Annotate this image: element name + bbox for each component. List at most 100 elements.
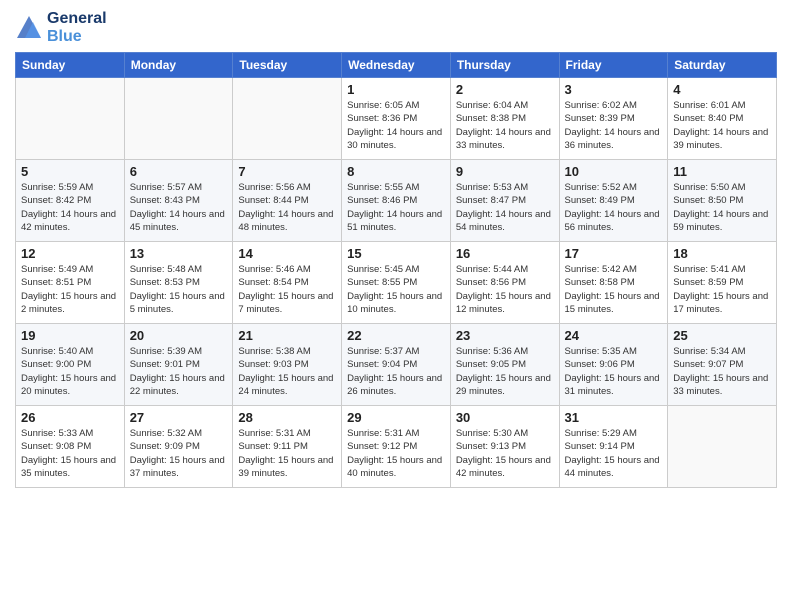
day-info: Sunrise: 5:35 AM Sunset: 9:06 PM Dayligh… [565,345,663,398]
calendar-cell: 24 Sunrise: 5:35 AM Sunset: 9:06 PM Dayli… [559,324,668,406]
day-number: 3 [565,82,663,97]
day-number: 22 [347,328,445,343]
calendar-cell: 18 Sunrise: 5:41 AM Sunset: 8:59 PM Dayli… [668,242,777,324]
day-info: Sunrise: 5:29 AM Sunset: 9:14 PM Dayligh… [565,427,663,480]
calendar-cell: 1 Sunrise: 6:05 AM Sunset: 8:36 PM Daylig… [342,78,451,160]
calendar-cell: 16 Sunrise: 5:44 AM Sunset: 8:56 PM Dayli… [450,242,559,324]
calendar-cell: 10 Sunrise: 5:52 AM Sunset: 8:49 PM Dayli… [559,160,668,242]
day-info: Sunrise: 5:31 AM Sunset: 9:11 PM Dayligh… [238,427,336,480]
calendar-cell: 8Sunrise: 5:55 AM Sunset: 8:46 PM Daylig… [342,160,451,242]
page: General Blue SundayMondayTuesdayWednesda… [0,0,792,498]
calendar-cell [16,78,125,160]
day-info: Sunrise: 5:32 AM Sunset: 9:09 PM Dayligh… [130,427,228,480]
calendar-cell: 3 Sunrise: 6:02 AM Sunset: 8:39 PM Daylig… [559,78,668,160]
day-number: 19 [21,328,119,343]
day-number: 7 [238,164,336,179]
logo: General Blue [15,10,107,46]
day-info: Sunrise: 5:48 AM Sunset: 8:53 PM Dayligh… [130,263,228,316]
header: General Blue [15,10,777,46]
day-info: Sunrise: 5:37 AM Sunset: 9:04 PM Dayligh… [347,345,445,398]
weekday-header: Thursday [450,53,559,78]
day-info: Sunrise: 6:05 AM Sunset: 8:36 PM Dayligh… [347,99,445,152]
weekday-header: Friday [559,53,668,78]
day-info: Sunrise: 5:53 AM Sunset: 8:47 PM Dayligh… [456,181,554,234]
day-info: Sunrise: 5:50 AM Sunset: 8:50 PM Dayligh… [673,181,771,234]
day-number: 15 [347,246,445,261]
calendar-cell: 9Sunrise: 5:53 AM Sunset: 8:47 PM Daylig… [450,160,559,242]
calendar-cell [668,406,777,488]
day-info: Sunrise: 6:01 AM Sunset: 8:40 PM Dayligh… [673,99,771,152]
calendar-table: SundayMondayTuesdayWednesdayThursdayFrid… [15,52,777,488]
day-number: 24 [565,328,663,343]
calendar-week-row: 12 Sunrise: 5:49 AM Sunset: 8:51 PM Dayli… [16,242,777,324]
day-number: 20 [130,328,228,343]
day-info: Sunrise: 5:44 AM Sunset: 8:56 PM Dayligh… [456,263,554,316]
day-number: 28 [238,410,336,425]
calendar-cell: 21Sunrise: 5:38 AM Sunset: 9:03 PM Dayli… [233,324,342,406]
calendar-cell: 11Sunrise: 5:50 AM Sunset: 8:50 PM Dayli… [668,160,777,242]
weekday-header: Tuesday [233,53,342,78]
logo-text: General Blue [47,10,107,46]
day-number: 29 [347,410,445,425]
calendar-cell: 28 Sunrise: 5:31 AM Sunset: 9:11 PM Dayli… [233,406,342,488]
day-number: 26 [21,410,119,425]
day-number: 27 [130,410,228,425]
day-number: 16 [456,246,554,261]
calendar-cell: 13Sunrise: 5:48 AM Sunset: 8:53 PM Dayli… [124,242,233,324]
calendar-cell: 17 Sunrise: 5:42 AM Sunset: 8:58 PM Dayli… [559,242,668,324]
calendar-cell: 30 Sunrise: 5:30 AM Sunset: 9:13 PM Dayli… [450,406,559,488]
calendar-cell: 7Sunrise: 5:56 AM Sunset: 8:44 PM Daylig… [233,160,342,242]
day-info: Sunrise: 5:31 AM Sunset: 9:12 PM Dayligh… [347,427,445,480]
day-info: Sunrise: 5:30 AM Sunset: 9:13 PM Dayligh… [456,427,554,480]
day-info: Sunrise: 5:39 AM Sunset: 9:01 PM Dayligh… [130,345,228,398]
calendar-cell: 14Sunrise: 5:46 AM Sunset: 8:54 PM Dayli… [233,242,342,324]
day-info: Sunrise: 5:41 AM Sunset: 8:59 PM Dayligh… [673,263,771,316]
calendar-cell: 20 Sunrise: 5:39 AM Sunset: 9:01 PM Dayli… [124,324,233,406]
day-number: 17 [565,246,663,261]
day-number: 4 [673,82,771,97]
calendar-cell: 5 Sunrise: 5:59 AM Sunset: 8:42 PM Daylig… [16,160,125,242]
day-info: Sunrise: 6:02 AM Sunset: 8:39 PM Dayligh… [565,99,663,152]
weekday-header: Sunday [16,53,125,78]
calendar-cell: 31 Sunrise: 5:29 AM Sunset: 9:14 PM Dayli… [559,406,668,488]
calendar-cell: 22 Sunrise: 5:37 AM Sunset: 9:04 PM Dayli… [342,324,451,406]
logo-icon [15,14,43,42]
weekday-header: Wednesday [342,53,451,78]
calendar-cell: 12 Sunrise: 5:49 AM Sunset: 8:51 PM Dayli… [16,242,125,324]
day-info: Sunrise: 5:36 AM Sunset: 9:05 PM Dayligh… [456,345,554,398]
day-info: Sunrise: 5:45 AM Sunset: 8:55 PM Dayligh… [347,263,445,316]
calendar-cell: 2Sunrise: 6:04 AM Sunset: 8:38 PM Daylig… [450,78,559,160]
calendar-header-row: SundayMondayTuesdayWednesdayThursdayFrid… [16,53,777,78]
day-info: Sunrise: 5:55 AM Sunset: 8:46 PM Dayligh… [347,181,445,234]
calendar-cell: 26 Sunrise: 5:33 AM Sunset: 9:08 PM Dayli… [16,406,125,488]
weekday-header: Monday [124,53,233,78]
day-number: 14 [238,246,336,261]
calendar-week-row: 26 Sunrise: 5:33 AM Sunset: 9:08 PM Dayli… [16,406,777,488]
day-number: 5 [21,164,119,179]
calendar-week-row: 1 Sunrise: 6:05 AM Sunset: 8:36 PM Daylig… [16,78,777,160]
day-info: Sunrise: 5:52 AM Sunset: 8:49 PM Dayligh… [565,181,663,234]
calendar-week-row: 19 Sunrise: 5:40 AM Sunset: 9:00 PM Dayli… [16,324,777,406]
calendar-week-row: 5 Sunrise: 5:59 AM Sunset: 8:42 PM Daylig… [16,160,777,242]
day-number: 23 [456,328,554,343]
day-info: Sunrise: 5:33 AM Sunset: 9:08 PM Dayligh… [21,427,119,480]
day-info: Sunrise: 5:40 AM Sunset: 9:00 PM Dayligh… [21,345,119,398]
day-info: Sunrise: 5:49 AM Sunset: 8:51 PM Dayligh… [21,263,119,316]
day-info: Sunrise: 5:42 AM Sunset: 8:58 PM Dayligh… [565,263,663,316]
day-number: 30 [456,410,554,425]
day-number: 10 [565,164,663,179]
day-number: 31 [565,410,663,425]
day-info: Sunrise: 5:38 AM Sunset: 9:03 PM Dayligh… [238,345,336,398]
day-info: Sunrise: 5:59 AM Sunset: 8:42 PM Dayligh… [21,181,119,234]
calendar-cell: 4 Sunrise: 6:01 AM Sunset: 8:40 PM Daylig… [668,78,777,160]
calendar-cell: 27 Sunrise: 5:32 AM Sunset: 9:09 PM Dayli… [124,406,233,488]
calendar-cell: 15 Sunrise: 5:45 AM Sunset: 8:55 PM Dayli… [342,242,451,324]
calendar-cell [124,78,233,160]
day-number: 1 [347,82,445,97]
day-info: Sunrise: 5:34 AM Sunset: 9:07 PM Dayligh… [673,345,771,398]
day-number: 2 [456,82,554,97]
calendar-cell: 6Sunrise: 5:57 AM Sunset: 8:43 PM Daylig… [124,160,233,242]
day-number: 18 [673,246,771,261]
day-number: 6 [130,164,228,179]
day-number: 12 [21,246,119,261]
